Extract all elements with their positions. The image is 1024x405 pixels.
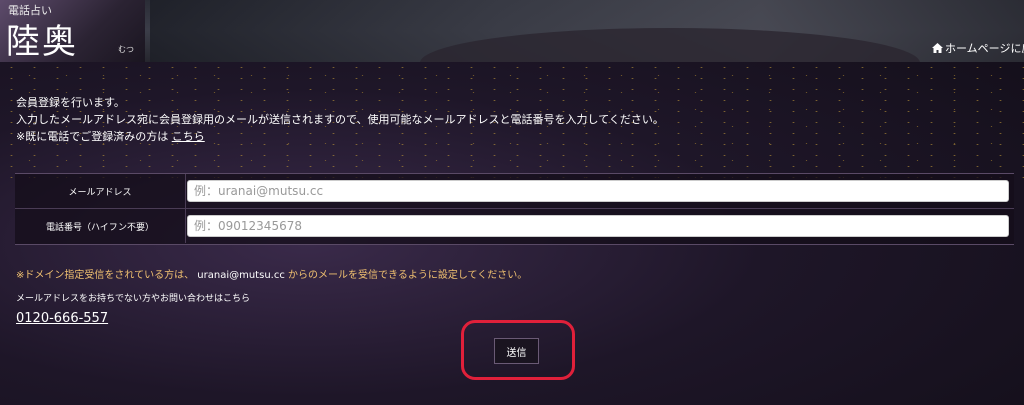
email-label: メールアドレス bbox=[15, 174, 186, 208]
intro-text: 会員登録を行います。 入力したメールアドレス宛に会員登録用のメールが送信されます… bbox=[16, 94, 664, 145]
intro-line-3: ※既に電話でご登録済みの方は こちら bbox=[16, 128, 664, 145]
logo-kana-text: むつ bbox=[118, 45, 134, 54]
inquiry-text: メールアドレスをお持ちでない方やお問い合わせはこちら bbox=[16, 294, 251, 304]
intro-line-1: 会員登録を行います。 bbox=[16, 96, 125, 109]
site-header: 電話占い 陸奥 むつ ホームページに戻る bbox=[0, 0, 1024, 62]
home-link-label: ホームページに戻る bbox=[945, 42, 1024, 55]
registration-form: メールアドレス 電話番号（ハイフン不要） bbox=[15, 173, 1014, 245]
home-icon bbox=[932, 43, 943, 53]
domain-note-prefix: ※ドメイン指定受信をされている方は、 bbox=[16, 270, 195, 281]
email-field[interactable] bbox=[187, 180, 1009, 202]
phone-field[interactable] bbox=[187, 215, 1009, 237]
email-row: メールアドレス bbox=[15, 174, 1014, 209]
domain-note: ※ドメイン指定受信をされている方は、 uranai@mutsu.cc からのメー… bbox=[16, 266, 527, 281]
domain-note-address: uranai@mutsu.cc bbox=[197, 270, 285, 281]
site-logo[interactable]: 電話占い 陸奥 むつ bbox=[0, 0, 145, 62]
domain-note-suffix: からのメールを受信できるように設定してください。 bbox=[288, 270, 528, 281]
inquiry-phone-link[interactable]: 0120-666-557 bbox=[16, 311, 108, 326]
logo-main-text: 陸奥 bbox=[6, 22, 78, 62]
phone-row: 電話番号（ハイフン不要） bbox=[15, 209, 1014, 243]
submit-button[interactable]: 送信 bbox=[494, 338, 539, 364]
intro-line-3-prefix: ※既に電話でご登録済みの方は bbox=[16, 130, 169, 143]
intro-line-2: 入力したメールアドレス宛に会員登録用のメールが送信されますので、使用可能なメール… bbox=[16, 113, 664, 126]
phone-label: 電話番号（ハイフン不要） bbox=[15, 209, 186, 243]
existing-member-link[interactable]: こちら bbox=[172, 130, 205, 143]
home-page-link[interactable]: ホームページに戻る bbox=[932, 40, 1024, 56]
